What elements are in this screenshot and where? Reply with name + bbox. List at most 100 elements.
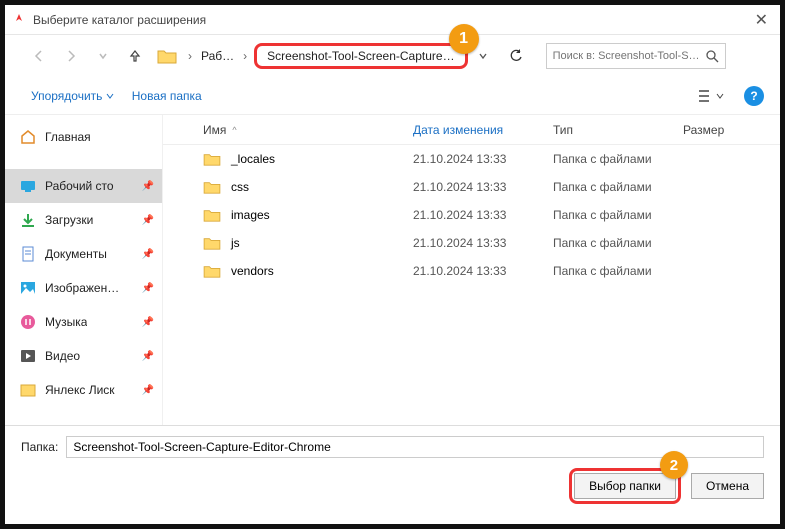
breadcrumb-1[interactable]: Раб… [199,49,236,63]
button-row: Выбор папки 2 Отмена [21,468,764,504]
sidebar-icon [19,279,37,297]
file-date: 21.10.2024 13:33 [413,208,553,222]
search-input[interactable] [553,50,705,62]
recent-dropdown[interactable] [89,42,117,70]
sidebar-item[interactable]: Рабочий сто 📌 [5,169,162,203]
table-row[interactable]: _locales 21.10.2024 13:33Папка с файлами [163,145,780,173]
sidebar-item[interactable]: Документы 📌 [5,237,162,271]
sidebar-item-label: Документы [45,247,107,261]
titlebar: Выберите каталог расширения ✕ [5,5,780,35]
nav-row: › Раб… › Screenshot-Tool-Screen-Capture…… [5,35,780,77]
dialog-window: Выберите каталог расширения ✕ › Раб… › S… [0,0,785,529]
path-dropdown[interactable] [472,51,494,61]
file-name: _locales [231,152,275,166]
bottom-panel: Папка: Выбор папки 2 Отмена [5,425,780,516]
chevron-right-icon[interactable]: › [185,49,195,63]
forward-button[interactable] [57,42,85,70]
yandex-icon [11,12,27,28]
sidebar-icon [19,381,37,399]
sidebar-item[interactable]: Видео 📌 [5,339,162,373]
table-row[interactable]: images 21.10.2024 13:33Папка с файлами [163,201,780,229]
header-name[interactable]: Имя^ [163,123,413,137]
organize-menu[interactable]: Упорядочить [31,89,114,103]
main-area: ГлавнаяРабочий сто📌Загрузки📌Документы📌Из… [5,115,780,425]
sidebar-item[interactable]: Изображен… 📌 [5,271,162,305]
breadcrumb-current-highlight: Screenshot-Tool-Screen-Capture… 1 [254,43,467,69]
file-type: Папка с файлами [553,264,683,278]
sidebar-item-label: Музыка [45,315,87,329]
close-icon[interactable]: ✕ [749,10,774,30]
refresh-button[interactable] [498,48,534,64]
sidebar-item[interactable]: Музыка 📌 [5,305,162,339]
cancel-button[interactable]: Отмена [691,473,764,499]
sidebar-item-label: Рабочий сто [45,179,114,193]
sidebar-item[interactable]: Главная [5,115,162,159]
help-icon[interactable]: ? [744,86,764,106]
sidebar-icon [19,245,37,263]
sidebar-icon [19,347,37,365]
pin-icon: 📌 [142,181,154,192]
sidebar-item-label: Загрузки [45,213,93,227]
breadcrumb-current[interactable]: Screenshot-Tool-Screen-Capture… [265,49,456,63]
pin-icon: 📌 [142,215,154,226]
pin-icon: 📌 [142,317,154,328]
search-icon[interactable] [705,49,719,63]
sidebar-item[interactable]: Янлекс Лиск 📌 [5,373,162,407]
file-pane: Имя^ Дата изменения Тип Размер _locales 2… [163,115,780,425]
select-highlight: Выбор папки 2 [569,468,681,504]
search-box[interactable] [546,43,726,69]
pin-icon: 📌 [142,351,154,362]
sidebar-icon [19,177,37,195]
folder-icon [203,236,221,250]
folder-input[interactable] [66,436,764,458]
sidebar-item[interactable]: Загрузки 📌 [5,203,162,237]
table-row[interactable]: js 21.10.2024 13:33Папка с файлами [163,229,780,257]
sort-indicator-icon: ^ [232,125,236,135]
window-title: Выберите каталог расширения [33,13,749,27]
pin-icon: 📌 [142,249,154,260]
sidebar-item-label: Главная [45,130,91,144]
file-name: js [231,236,240,250]
back-button[interactable] [25,42,53,70]
file-name: css [231,180,249,194]
chevron-right-icon[interactable]: › [240,49,250,63]
file-name: vendors [231,264,274,278]
sidebar-icon [19,211,37,229]
sidebar-icon [19,128,37,146]
new-folder-button[interactable]: Новая папка [132,89,202,103]
folder-icon [203,208,221,222]
pin-icon: 📌 [142,385,154,396]
file-type: Папка с файлами [553,236,683,250]
sidebar-item-label: Изображен… [45,281,119,295]
callout-badge-2: 2 [660,451,688,479]
file-date: 21.10.2024 13:33 [413,152,553,166]
sidebar-item-label: Янлекс Лиск [45,383,115,397]
callout-badge-1: 1 [449,24,479,54]
file-date: 21.10.2024 13:33 [413,264,553,278]
header-size[interactable]: Размер [683,123,780,137]
table-row[interactable]: vendors 21.10.2024 13:33Папка с файлами [163,257,780,285]
sidebar-icon [19,313,37,331]
folder-icon [203,152,221,166]
file-type: Папка с файлами [553,208,683,222]
select-folder-button[interactable]: Выбор папки [574,473,676,499]
file-type: Папка с файлами [553,152,683,166]
folder-icon [157,48,177,64]
sidebar: ГлавнаяРабочий сто📌Загрузки📌Документы📌Из… [5,115,163,425]
pin-icon: 📌 [142,283,154,294]
file-date: 21.10.2024 13:33 [413,180,553,194]
toolbar: Упорядочить Новая папка ? [5,77,780,115]
folder-icon [203,180,221,194]
file-name: images [231,208,270,222]
view-menu[interactable] [696,85,726,107]
file-type: Папка с файлами [553,180,683,194]
header-type[interactable]: Тип [553,123,683,137]
up-button[interactable] [121,42,149,70]
sidebar-item-label: Видео [45,349,80,363]
file-date: 21.10.2024 13:33 [413,236,553,250]
table-row[interactable]: css 21.10.2024 13:33Папка с файлами [163,173,780,201]
folder-line: Папка: [21,436,764,458]
header-date[interactable]: Дата изменения [413,123,553,137]
column-headers: Имя^ Дата изменения Тип Размер [163,115,780,145]
folder-label: Папка: [21,440,58,454]
